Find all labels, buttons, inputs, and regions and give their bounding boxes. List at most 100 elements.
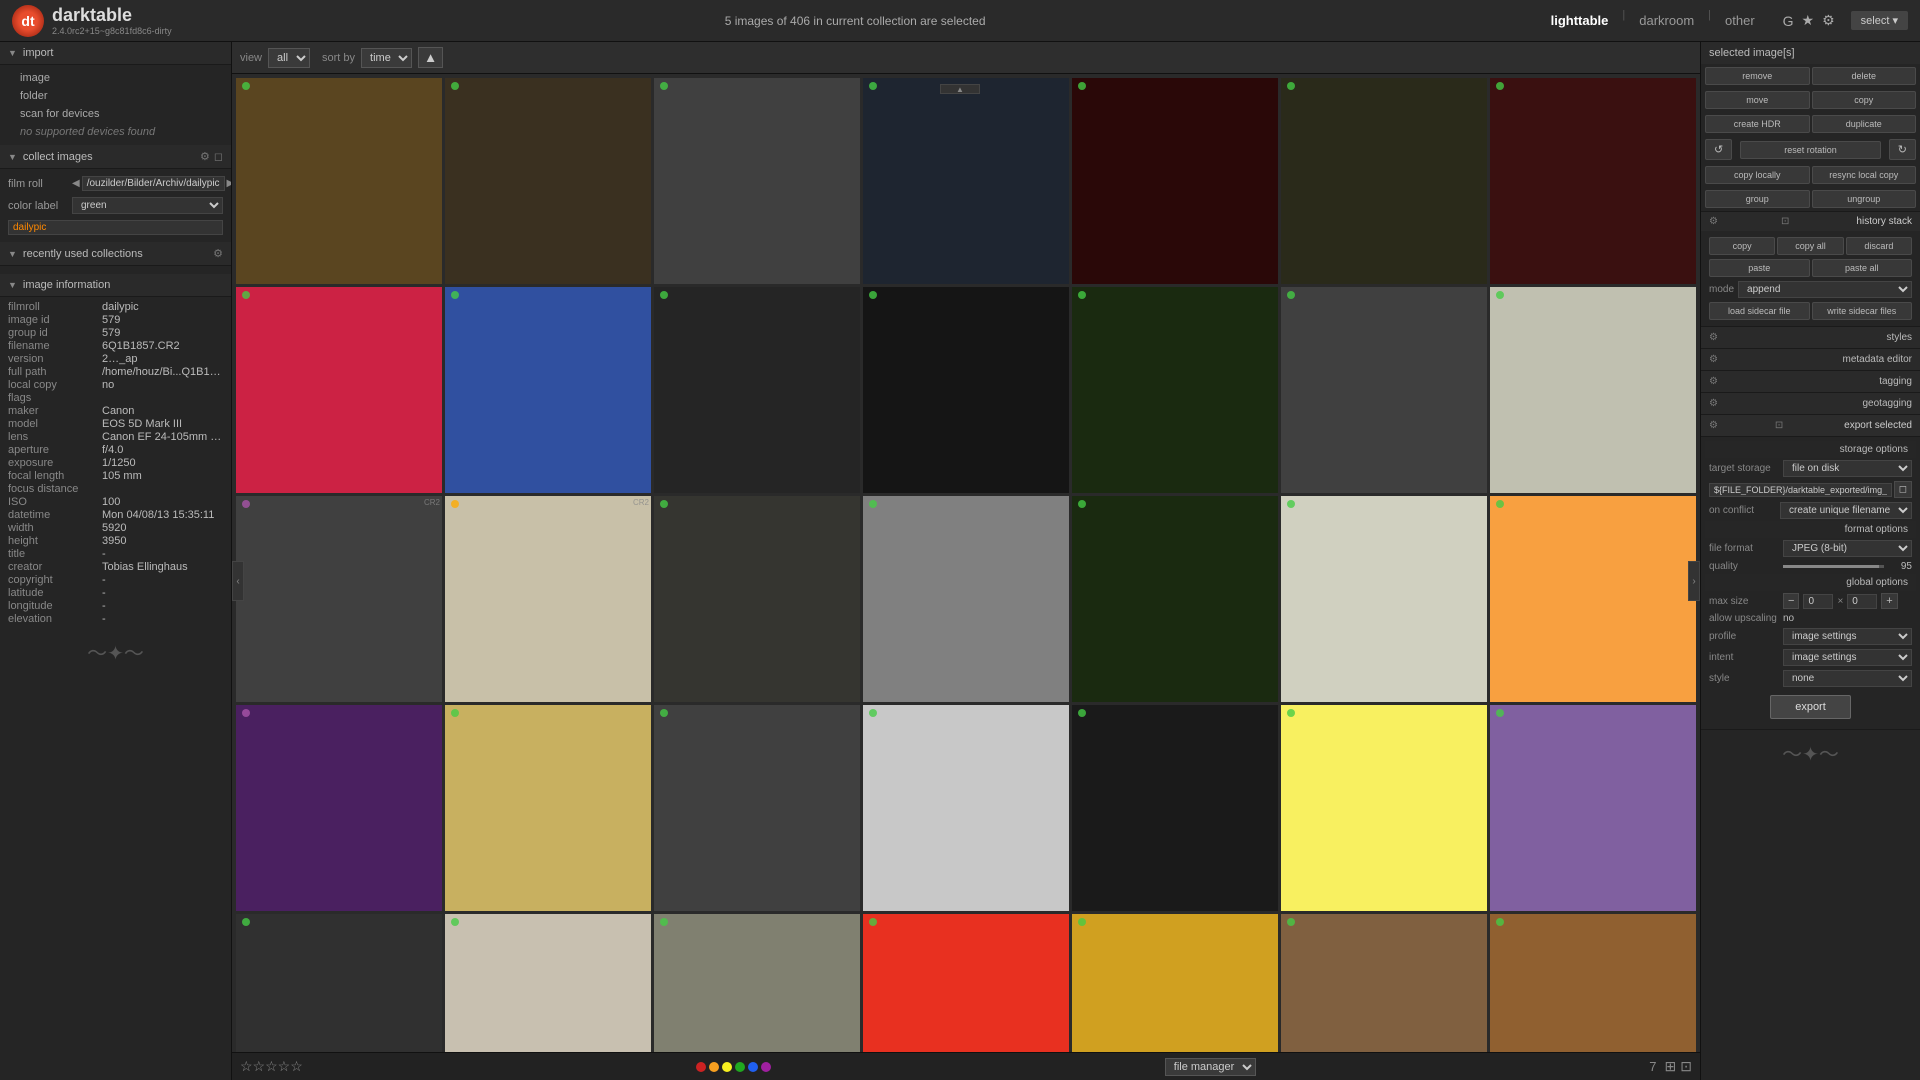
- thumb-5[interactable]: [1072, 78, 1278, 284]
- sort-select[interactable]: time: [361, 48, 412, 68]
- profile-select[interactable]: image settings: [1783, 628, 1912, 645]
- thumb-7[interactable]: [1490, 78, 1696, 284]
- duplicate-btn[interactable]: duplicate: [1812, 115, 1917, 133]
- move-btn[interactable]: move: [1705, 91, 1810, 109]
- size-w-minus-btn[interactable]: −: [1783, 593, 1799, 609]
- zoom-icon[interactable]: ⊡: [1680, 1058, 1692, 1075]
- history-stack-header[interactable]: ⚙ ⊡ history stack: [1701, 212, 1920, 231]
- thumb-24[interactable]: [654, 705, 860, 911]
- thumb-26[interactable]: [1072, 705, 1278, 911]
- history-discard-btn[interactable]: discard: [1846, 237, 1912, 255]
- thumb-21[interactable]: [1490, 496, 1696, 702]
- top-collapse-btn[interactable]: ▲: [940, 84, 980, 94]
- copy-locally-btn[interactable]: copy locally: [1705, 166, 1810, 184]
- rotate-cw-btn[interactable]: ↻: [1889, 139, 1916, 160]
- style-select[interactable]: none: [1783, 670, 1912, 687]
- grid-icon[interactable]: ⊞: [1665, 1058, 1677, 1075]
- styles-header[interactable]: ⚙ styles: [1701, 327, 1920, 349]
- history-paste-all-btn[interactable]: paste all: [1812, 259, 1913, 277]
- collect-section-header[interactable]: ▼ collect images ⚙ ◻: [0, 145, 231, 169]
- size-h-plus-btn[interactable]: +: [1881, 593, 1897, 609]
- rotate-ccw-btn[interactable]: ↺: [1705, 139, 1732, 160]
- file-format-select[interactable]: JPEG (8-bit): [1783, 540, 1912, 557]
- left-panel-collapse[interactable]: ‹: [232, 561, 244, 601]
- sort-direction-btn[interactable]: ▲: [418, 47, 443, 68]
- intent-select[interactable]: image settings: [1783, 649, 1912, 666]
- export-big-btn[interactable]: export: [1770, 695, 1851, 719]
- history-copy-btn[interactable]: copy: [1709, 237, 1775, 255]
- thumb-18[interactable]: [863, 496, 1069, 702]
- thumb-29[interactable]: [236, 914, 442, 1052]
- export-path-btn[interactable]: ◻: [1894, 481, 1912, 498]
- storage-options-header[interactable]: storage options: [1705, 441, 1916, 458]
- color-dot-2[interactable]: [722, 1062, 732, 1072]
- import-folder[interactable]: folder: [0, 87, 231, 105]
- write-sidecar-btn[interactable]: write sidecar files: [1812, 302, 1913, 320]
- select-button[interactable]: select ▾: [1851, 11, 1908, 30]
- tab-darkroom[interactable]: darkroom: [1627, 9, 1706, 32]
- thumb-15[interactable]: CR2: [236, 496, 442, 702]
- thumb-20[interactable]: [1281, 496, 1487, 702]
- thumb-30[interactable]: [445, 914, 651, 1052]
- color-dot-1[interactable]: [709, 1062, 719, 1072]
- load-sidecar-btn[interactable]: load sidecar file: [1709, 302, 1810, 320]
- bottom-view-select[interactable]: file manager: [1165, 1058, 1256, 1076]
- thumb-10[interactable]: [654, 287, 860, 493]
- film-roll-value[interactable]: /ouzilder/Bilder/Archiv/dailypic: [82, 176, 225, 191]
- size-w-input[interactable]: [1803, 594, 1833, 609]
- import-section-header[interactable]: ▼ import: [0, 42, 231, 65]
- thumb-16[interactable]: CR2: [445, 496, 651, 702]
- size-h-input[interactable]: [1847, 594, 1877, 609]
- history-paste-btn[interactable]: paste: [1709, 259, 1810, 277]
- color-dot-3[interactable]: [735, 1062, 745, 1072]
- global-options-header[interactable]: global options: [1705, 574, 1916, 591]
- tagging-header[interactable]: ⚙ tagging: [1701, 371, 1920, 393]
- tab-other[interactable]: other: [1713, 9, 1767, 32]
- tab-lighttable[interactable]: lighttable: [1539, 9, 1621, 32]
- thumb-11[interactable]: [863, 287, 1069, 493]
- active-filter-value[interactable]: dailypic: [8, 220, 223, 235]
- image-grid-container[interactable]: CR2CR2: [232, 74, 1700, 1052]
- thumb-9[interactable]: [445, 287, 651, 493]
- export-path-input[interactable]: [1709, 483, 1892, 497]
- quality-slider[interactable]: [1783, 565, 1884, 568]
- delete-btn[interactable]: delete: [1812, 67, 1917, 85]
- import-image[interactable]: image: [0, 69, 231, 87]
- thumb-22[interactable]: [236, 705, 442, 911]
- color-dot-5[interactable]: [761, 1062, 771, 1072]
- export-selected-header[interactable]: ⚙ ⊡ export selected: [1701, 415, 1920, 437]
- mode-select[interactable]: append: [1738, 281, 1912, 298]
- thumb-35[interactable]: [1490, 914, 1696, 1052]
- thumb-4[interactable]: [863, 78, 1069, 284]
- format-options-header[interactable]: format options: [1705, 521, 1916, 538]
- favorites-icon[interactable]: ★: [1802, 12, 1815, 29]
- thumb-17[interactable]: [654, 496, 860, 702]
- thumb-8[interactable]: [236, 287, 442, 493]
- collections-icon[interactable]: G: [1783, 13, 1794, 29]
- image-info-section-header[interactable]: ▼ image information: [0, 274, 231, 297]
- remove-btn[interactable]: remove: [1705, 67, 1810, 85]
- geotagging-header[interactable]: ⚙ geotagging: [1701, 393, 1920, 415]
- thumb-31[interactable]: [654, 914, 860, 1052]
- thumb-14[interactable]: [1490, 287, 1696, 493]
- color-dot-4[interactable]: [748, 1062, 758, 1072]
- view-select[interactable]: all: [268, 48, 310, 68]
- thumb-32[interactable]: [863, 914, 1069, 1052]
- recently-settings-icon[interactable]: ⚙: [213, 247, 223, 260]
- target-storage-select[interactable]: file on disk: [1783, 460, 1912, 477]
- recently-section-header[interactable]: ▼ recently used collections ⚙: [0, 242, 231, 266]
- group-btn[interactable]: group: [1705, 190, 1810, 208]
- copy-btn[interactable]: copy: [1812, 91, 1917, 109]
- thumb-28[interactable]: [1490, 705, 1696, 911]
- resync-local-btn[interactable]: resync local copy: [1812, 166, 1917, 184]
- thumb-3[interactable]: [654, 78, 860, 284]
- thumb-34[interactable]: [1281, 914, 1487, 1052]
- right-panel-collapse[interactable]: ›: [1688, 561, 1700, 601]
- thumb-13[interactable]: [1281, 287, 1487, 493]
- color-dot-0[interactable]: [696, 1062, 706, 1072]
- collect-expand-icon[interactable]: ◻: [214, 150, 223, 163]
- selected-images-header[interactable]: selected image[s]: [1701, 42, 1920, 64]
- thumb-33[interactable]: [1072, 914, 1278, 1052]
- settings-icon[interactable]: ⚙: [1822, 12, 1835, 29]
- reset-rotation-btn[interactable]: reset rotation: [1740, 141, 1881, 159]
